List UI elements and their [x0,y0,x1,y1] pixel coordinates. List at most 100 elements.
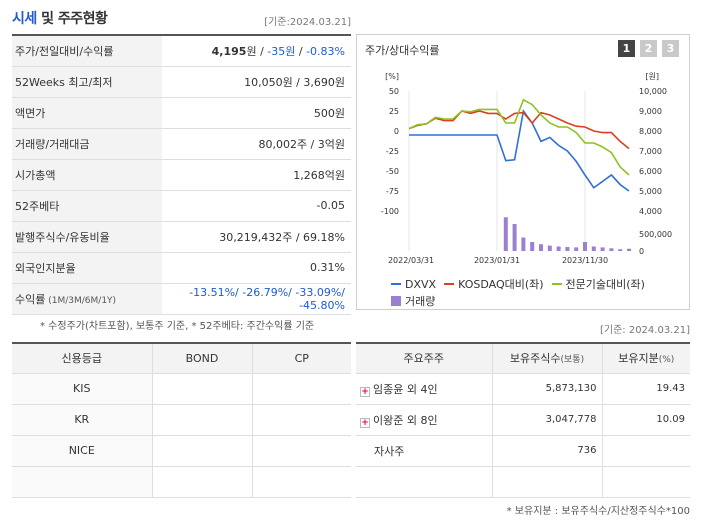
right-tick-label: 8,000 [639,127,662,136]
volume-bar [618,249,623,251]
chart-tabs: 123 [618,40,679,57]
chart-canvas: [%] [원] 50 25 0 -25 -50 -75 -100 10,000 9,000 8,000… [381,72,672,265]
credit-agency: NICE [12,435,153,467]
volume-bar [547,245,552,251]
left-tick-label: -50 [386,167,399,176]
col-header-holder: 주요주주 [356,343,493,374]
expand-plus-icon[interactable]: + [360,386,370,397]
volume-bar [591,246,596,251]
col-header-pct: 보유지분(%) [602,343,690,374]
chart-tab-2[interactable]: 2 [640,40,657,57]
summary-value: -0.05 [162,190,351,222]
right-tick-label: 9,000 [639,107,662,116]
summary-row: 수익률 (1M/3M/6M/1Y) -13.51%/ -26.79%/ -33.0… [12,283,351,315]
summary-value: 80,002주 / 3억원 [162,128,351,160]
summary-label: 외국인지분율 [12,252,162,284]
price-summary-table: 주가/전일대비/수익률 4,195원 / -35원 / -0.83% 52Weeks… [12,34,351,315]
summary-label: 발행주식수/유동비율 [12,221,162,253]
holder-shares: 5,873,130 [492,373,603,405]
chart-tab-3[interactable]: 3 [662,40,679,57]
holder-name [356,466,493,498]
holder-row: + 임종윤 외 4인 5,873,130 19.43 [356,373,690,405]
summary-label: 시가총액 [12,159,162,191]
legend-swatch [391,296,401,306]
chart-title: 주가/상대수익률 [365,44,440,57]
holder-shares: 736 [492,435,603,467]
volume-bar [521,237,526,251]
left-tick-label: -75 [386,187,399,196]
volume-bar [503,217,508,251]
left-tick-label: -100 [381,207,399,216]
summary-row: 시가총액 1,268억원 [12,159,351,191]
holder-name[interactable]: + 임종윤 외 4인 [356,373,493,405]
summary-value: 30,219,432주 / 69.18% [162,221,351,253]
credit-agency: KR [12,404,153,436]
right-tick-label: 10,000 [639,87,667,96]
summary-row: 52주베타 -0.05 [12,190,351,222]
credit-rating-table: 신용등급 BOND CP KIS KR NICE [12,342,351,498]
holder-shares [492,466,603,498]
credit-row [12,466,351,498]
right-tick-label: 4,000 [639,207,662,216]
base-date: [기준:2024.03.21] [264,17,351,28]
left-tick-label: -25 [386,147,399,156]
col-header-rating: 신용등급 [12,343,153,374]
holder-shares: 3,047,778 [492,404,603,436]
volume-bar [565,246,570,251]
credit-agency [12,466,153,498]
expand-plus-icon[interactable]: + [360,417,370,428]
holder-name: 자사주 [356,435,493,467]
right-unit-label: [원] [645,72,659,81]
credit-agency: KIS [12,373,153,405]
summary-value: 4,195원 / -35원 / -0.83% [162,35,351,67]
left-tick-label: 0 [394,127,399,136]
legend-swatch [391,283,401,285]
chart-tab-1[interactable]: 1 [618,40,635,57]
summary-label: 수익률 (1M/3M/6M/1Y) [12,283,162,315]
x-tick-label: 2023/01/31 [474,256,520,265]
series-line-2 [408,110,630,150]
footnote-holders: * 보유지분 : 보유주식수/지산정주식수*100 [506,506,690,517]
credit-row: KIS [12,373,351,405]
bond-rating [152,404,253,436]
chart-panel: [%] [원] 50 25 0 -25 -50 -75 -100 10,000 9,000 8,000… [356,34,690,310]
volume-bar [574,247,579,251]
volume-bar [539,244,543,251]
volume-bar [609,248,614,251]
left-unit-label: [%] [385,72,399,81]
footnote-summary: * 수정주가(차트포함), 보통주 기준, * 52주베타: 주간수익률 기준 [40,321,315,332]
credit-row: KR [12,404,351,436]
bond-rating [152,373,253,405]
chart-legend: DXVX KOSDAQ대비(좌) 전문기술대비(좌) 거래량 [391,273,653,311]
holder-name[interactable]: + 이왕준 외 8인 [356,404,493,436]
legend-item: 거래량 [391,293,435,310]
summary-label: 거래량/거래대금 [12,128,162,160]
right-tick-label: 5,000 [639,187,662,196]
credit-row: NICE [12,435,351,467]
col-header-cp: CP [252,343,351,374]
legend-item: DXVX [391,276,436,293]
summary-row: 주가/전일대비/수익률 4,195원 / -35원 / -0.83% [12,35,351,67]
summary-value: 1,268억원 [162,159,351,191]
x-tick-label: 2022/03/31 [388,256,434,265]
summary-row: 거래량/거래대금 80,002주 / 3억원 [12,128,351,160]
left-tick-label: 25 [389,107,399,116]
cp-rating [252,404,351,436]
volume-bar [512,224,517,251]
legend-item: 전문기술대비(좌) [551,276,645,293]
x-tick-label: 2023/11/30 [562,256,608,265]
col-header-shares: 보유주식수(보통) [492,343,603,374]
holder-pct [602,466,690,498]
summary-label: 52Weeks 최고/최저 [12,66,162,98]
col-header-bond: BOND [152,343,253,374]
holder-row [356,466,690,498]
holder-pct: 10.09 [602,404,690,436]
summary-label: 액면가 [12,97,162,129]
legend-swatch [444,283,455,285]
bond-rating [152,466,253,498]
holders-base-date: [기준: 2024.03.21] [599,325,690,336]
legend-item: KOSDAQ대비(좌) [444,276,544,293]
volume-bar [600,247,605,251]
summary-label: 주가/전일대비/수익률 [12,35,162,67]
left-tick-label: 50 [389,87,399,96]
